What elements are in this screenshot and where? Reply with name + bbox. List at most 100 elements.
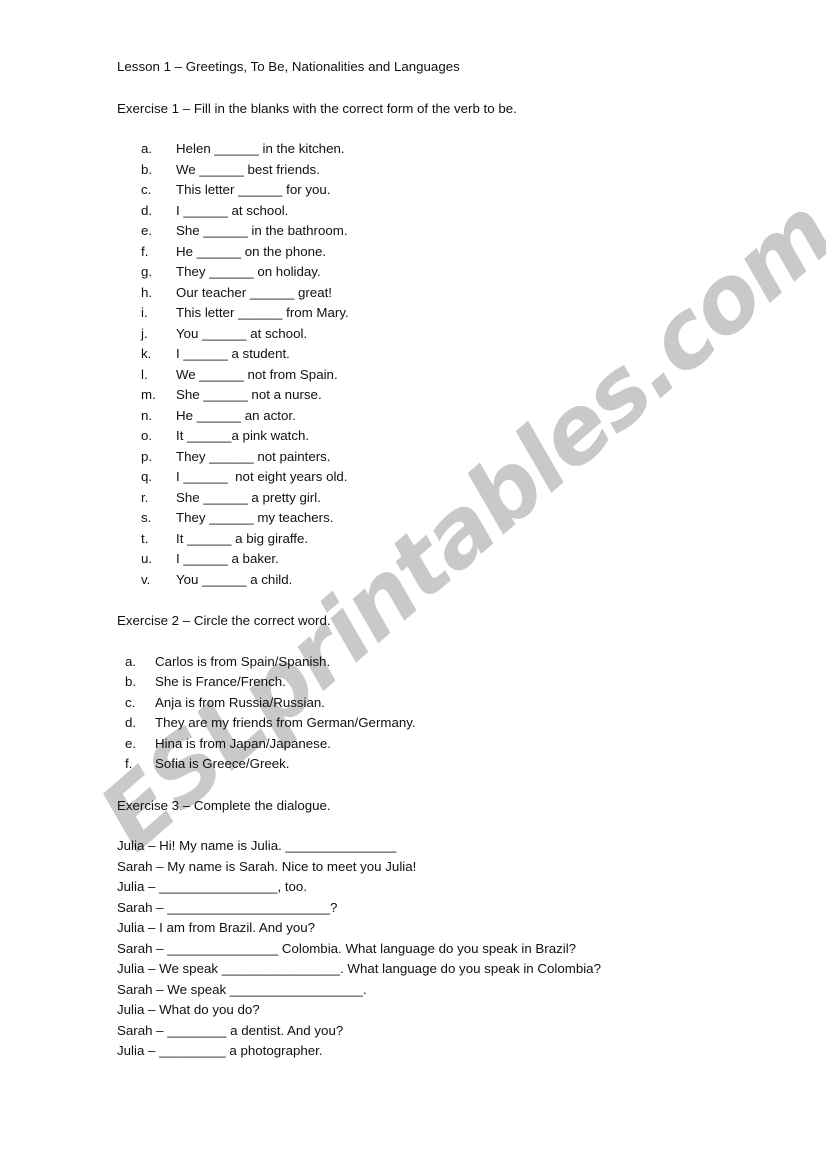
list-item: s. They ______ my teachers. <box>141 508 757 529</box>
list-item-text: Helen ______ in the kitchen. <box>176 141 345 156</box>
list-item-text: This letter ______ from Mary. <box>176 305 349 320</box>
list-marker: l. <box>141 366 148 382</box>
list-item-text: They ______ my teachers. <box>176 510 334 525</box>
list-item: n. He ______ an actor. <box>141 406 757 427</box>
list-marker: f. <box>125 756 133 771</box>
list-marker: b. <box>125 674 137 689</box>
list-item: a. Helen ______ in the kitchen. <box>141 139 757 160</box>
exercise-1-instruction: Exercise 1 – Fill in the blanks with the… <box>117 100 517 116</box>
list-item-text: I ______ a student. <box>176 346 290 361</box>
list-marker: g. <box>141 264 153 279</box>
worksheet-page: Lesson 1 – Greetings, To Be, Nationaliti… <box>0 0 826 1169</box>
list-item: r. She ______ a pretty girl. <box>141 488 757 509</box>
list-item-text: She ______ not a nurse. <box>176 387 322 402</box>
list-item: v. You ______ a child. <box>141 570 757 591</box>
list-marker: q. <box>141 469 153 484</box>
list-item-text: I ______ a baker. <box>176 551 279 566</box>
exercise-3-instruction: Exercise 3 – Complete the dialogue. <box>117 797 331 813</box>
dialogue-line: Sarah – ______________________? <box>117 899 338 915</box>
dialogue-line: Sarah – My name is Sarah. Nice to meet y… <box>117 858 417 874</box>
list-item: k. I ______ a student. <box>141 344 757 365</box>
list-item: u. I ______ a baker. <box>141 549 757 570</box>
list-marker: e. <box>125 735 137 751</box>
document-body: Lesson 1 – Greetings, To Be, Nationaliti… <box>117 57 757 1062</box>
dialogue-line: Sarah – ________ a dentist. And you? <box>117 1022 344 1038</box>
list-marker: p. <box>141 448 153 464</box>
list-item: t. It ______ a big giraffe. <box>141 529 757 550</box>
dialogue-line: Julia – What do you do? <box>117 1002 260 1017</box>
dialogue-line: Sarah – We speak __________________. <box>117 981 367 997</box>
list-marker: c. <box>141 182 152 197</box>
list-item: m. She ______ not a nurse. <box>141 385 757 406</box>
list-item-text: Hina is from Japan/Japanese. <box>155 735 331 751</box>
list-item-text: She ______ in the bathroom. <box>176 223 348 238</box>
exercise-3-dialogue: Julia – Hi! My name is Julia. __________… <box>117 836 757 1062</box>
list-item: c. This letter ______ for you. <box>141 180 757 201</box>
list-item-text: She ______ a pretty girl. <box>176 489 321 505</box>
list-item: b. She is France/French. <box>125 672 757 693</box>
dialogue-line: Julia – ________________, too. <box>117 879 308 894</box>
list-item: p. They ______ not painters. <box>141 447 757 468</box>
list-item-text: You ______ at school. <box>176 325 308 341</box>
list-marker: e. <box>141 223 153 238</box>
list-item: q. I ______ not eight years old. <box>141 467 757 488</box>
list-marker: f. <box>141 243 149 259</box>
list-marker: j. <box>141 325 148 341</box>
list-item-text: We ______ best friends. <box>176 161 320 177</box>
dialogue-line: Sarah – _______________ Colombia. What l… <box>117 940 577 956</box>
list-item-text: Sofia is Greece/Greek. <box>155 756 290 771</box>
list-marker: i. <box>141 305 148 320</box>
list-item-text: It ______ a big giraffe. <box>176 530 309 546</box>
list-item-text: We ______ not from Spain. <box>176 366 338 382</box>
list-item-text: She is France/French. <box>155 674 286 689</box>
list-item-text: Our teacher ______ great! <box>176 284 332 300</box>
list-item-text: They ______ not painters. <box>176 448 331 464</box>
list-item: h. Our teacher ______ great! <box>141 283 757 304</box>
list-marker: b. <box>141 161 153 177</box>
list-item: f. Sofia is Greece/Greek. <box>125 754 757 775</box>
list-item: f. He ______ on the phone. <box>141 242 757 263</box>
list-item: d. I ______ at school. <box>141 201 757 222</box>
list-item-text: This letter ______ for you. <box>176 182 331 197</box>
list-item-text: I ______ not eight years old. <box>176 469 348 484</box>
list-marker: d. <box>141 202 153 218</box>
list-item: d. They are my friends from German/German… <box>125 713 757 734</box>
exercise-2-list: a. Carlos is from Spain/Spanish. b. She is… <box>125 652 757 775</box>
list-item-text: He ______ an actor. <box>176 407 296 423</box>
list-item: j. You ______ at school. <box>141 324 757 345</box>
list-item-text: They ______ on holiday. <box>176 264 321 279</box>
list-item-text: They are my friends from German/Germany. <box>155 715 416 730</box>
list-item-text: Anja is from Russia/Russian. <box>155 694 325 710</box>
dialogue-line: Julia – Hi! My name is Julia. __________… <box>117 838 397 853</box>
list-item: o. It ______a pink watch. <box>141 426 757 447</box>
list-marker: r. <box>141 489 149 505</box>
list-marker: n. <box>141 407 153 423</box>
list-marker: m. <box>141 387 156 402</box>
list-marker: c. <box>125 694 136 710</box>
dialogue-line: Julia – I am from Brazil. And you? <box>117 920 316 935</box>
page-title: Lesson 1 – Greetings, To Be, Nationaliti… <box>117 59 460 74</box>
list-marker: a. <box>125 653 137 669</box>
list-item: l. We ______ not from Spain. <box>141 365 757 386</box>
list-marker: a. <box>141 141 153 156</box>
list-item: c. Anja is from Russia/Russian. <box>125 693 757 714</box>
list-item: i. This letter ______ from Mary. <box>141 303 757 324</box>
list-item: b. We ______ best friends. <box>141 160 757 181</box>
list-marker: u. <box>141 551 153 566</box>
exercise-2-instruction: Exercise 2 – Circle the correct word. <box>117 613 331 628</box>
list-marker: s. <box>141 510 152 525</box>
list-item: e. Hina is from Japan/Japanese. <box>125 734 757 755</box>
list-marker: d. <box>125 715 137 730</box>
list-item-text: You ______ a child. <box>176 571 293 587</box>
list-marker: h. <box>141 284 153 300</box>
list-item-text: Carlos is from Spain/Spanish. <box>155 653 331 669</box>
list-item: g. They ______ on holiday. <box>141 262 757 283</box>
list-marker: t. <box>141 530 149 546</box>
list-marker: k. <box>141 346 152 361</box>
list-item-text: He ______ on the phone. <box>176 243 327 259</box>
